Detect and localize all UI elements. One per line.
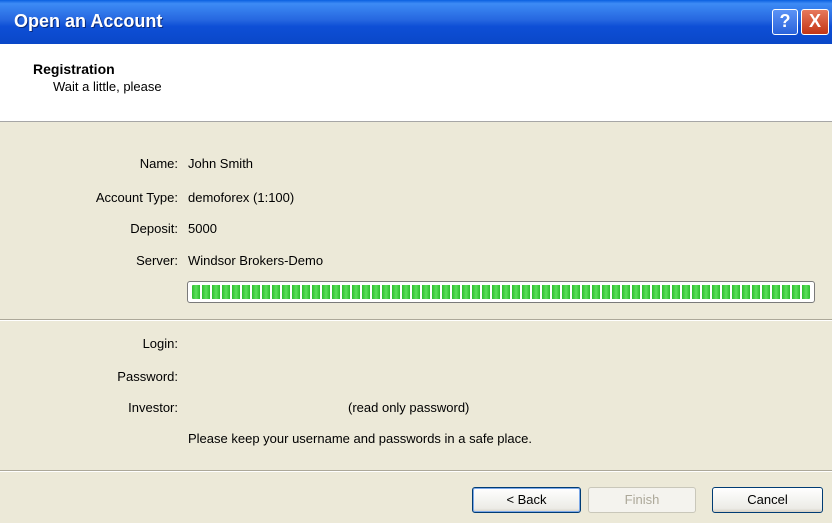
wizard-header: Registration Wait a little, please — [0, 44, 832, 122]
deposit-label: Deposit: — [130, 221, 178, 236]
login-label: Login: — [142, 336, 178, 351]
help-button[interactable]: ? — [772, 9, 798, 35]
page-title: Registration — [33, 61, 115, 77]
registration-progress-bar — [187, 281, 815, 303]
account-type-value: demoforex (1:100) — [188, 190, 295, 205]
footer-divider — [0, 470, 832, 472]
server-label: Server: — [136, 253, 178, 268]
divider — [0, 319, 832, 321]
progress-fill — [192, 285, 810, 299]
cancel-button[interactable]: Cancel — [712, 487, 823, 513]
title-bar[interactable]: Open an Account ? X — [0, 0, 832, 44]
password-label: Password: — [117, 369, 178, 384]
window-title: Open an Account — [14, 11, 163, 31]
investor-note: (read only password) — [348, 400, 470, 415]
open-account-dialog: Open an Account ? X Registration Wait a … — [0, 0, 832, 523]
safety-notice: Please keep your username and passwords … — [188, 431, 532, 446]
investor-label: Investor: — [128, 400, 178, 415]
server-value: Windsor Brokers-Demo — [188, 253, 324, 268]
deposit-value: 5000 — [188, 221, 217, 236]
close-button[interactable]: X — [801, 9, 829, 35]
account-type-label: Account Type: — [95, 190, 178, 205]
finish-button[interactable]: Finish — [588, 487, 696, 513]
name-label: Name: — [139, 156, 178, 171]
back-button[interactable]: < Back — [472, 487, 581, 513]
name-value: John Smith — [188, 156, 254, 171]
page-subtitle: Wait a little, please — [53, 79, 162, 94]
